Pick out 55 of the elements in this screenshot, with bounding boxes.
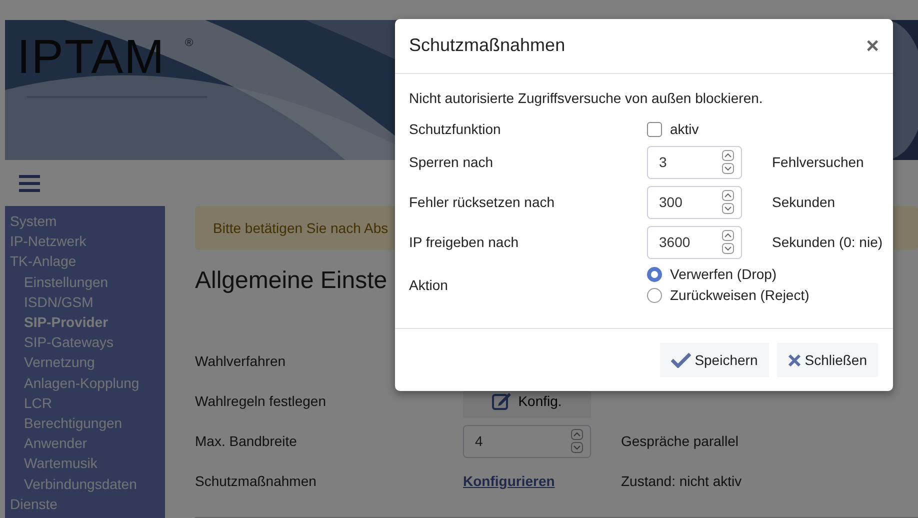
- modal-title: Schutzmaßnahmen: [409, 35, 566, 57]
- sidebar-item[interactable]: System: [10, 211, 165, 232]
- number-field[interactable]: 3600: [647, 226, 742, 258]
- page-heading: Allgemeine Einste: [195, 266, 388, 296]
- setting-label: Schutzmaßnahmen: [195, 472, 318, 490]
- unit-label: Sekunden (0: nie): [772, 232, 883, 252]
- sidebar-item[interactable]: Dienste: [10, 494, 165, 514]
- unit-label: Fehlversuchen: [772, 152, 865, 172]
- field-label: Schutzfunktion: [409, 120, 502, 138]
- radio-button[interactable]: [647, 267, 662, 282]
- sidebar-item[interactable]: ISDN/GSM: [10, 292, 165, 312]
- sidebar-item[interactable]: Anwender: [10, 433, 165, 454]
- field-label: Aktion: [409, 276, 449, 294]
- sidebar-item[interactable]: Verbindungsdaten: [10, 474, 165, 494]
- option-label: Verwerfen (Drop): [670, 265, 777, 284]
- spinner-icon[interactable]: [571, 428, 583, 452]
- sidebar-item[interactable]: Anlagen-Kopplung: [10, 372, 165, 393]
- option-label: Zurückweisen (Reject): [670, 286, 810, 305]
- sidebar-item[interactable]: Vernetzung: [10, 352, 165, 373]
- configure-link[interactable]: Konfigurieren: [463, 470, 591, 492]
- sidebar-item[interactable]: Einstellungen: [10, 272, 165, 292]
- number-field[interactable]: 3: [647, 146, 742, 178]
- spinner-icon[interactable]: [722, 230, 734, 254]
- setting-label: Wahlregeln festlegen: [195, 392, 328, 411]
- close-dialog-button[interactable]: Schließen: [776, 343, 878, 377]
- field-label: IP freigeben nach: [409, 232, 520, 252]
- unit-label: Gespräche parallel: [621, 432, 740, 451]
- checkbox[interactable]: [647, 122, 662, 136]
- sidebar-item[interactable]: IP-Netzwerk: [10, 231, 165, 252]
- number-field[interactable]: 300: [647, 186, 742, 218]
- option-label: aktiv: [670, 120, 699, 138]
- sidebar-item[interactable]: LCR: [10, 392, 165, 414]
- field-label: Sperren nach: [409, 152, 494, 172]
- check-icon: [670, 352, 691, 368]
- sidebar-item[interactable]: SIP-Gateways: [10, 332, 165, 352]
- close-button[interactable]: ×: [866, 35, 879, 57]
- spinner-icon[interactable]: [722, 150, 734, 174]
- sidebar-item[interactable]: SIP-Provider: [10, 312, 165, 332]
- close-icon: [788, 354, 801, 366]
- sidebar-item[interactable]: Berechtigungen: [10, 413, 165, 434]
- sidebar-item[interactable]: TK-Anlage: [10, 251, 165, 272]
- sidebar-item[interactable]: Wartemusik: [10, 453, 165, 474]
- logo: IPTAM: [17, 34, 166, 82]
- intro-text: Nicht autorisierte Zugriffsversuche von außen blockieren.: [409, 89, 764, 108]
- checkbox-option[interactable]: aktiv: [647, 118, 742, 140]
- setting-label: Max. Bandbreite: [195, 432, 298, 450]
- spinner-icon[interactable]: [722, 190, 734, 214]
- edit-icon: [492, 392, 512, 410]
- status-text: Zustand: nicht aktiv: [621, 472, 743, 490]
- trademark-mark: ®: [185, 38, 194, 49]
- setting-label: Wahlverfahren: [195, 352, 287, 370]
- save-button[interactable]: Speichern: [660, 343, 769, 377]
- number-field[interactable]: 4: [463, 424, 591, 458]
- radio-button[interactable]: [647, 288, 662, 303]
- menu-icon[interactable]: [19, 174, 40, 192]
